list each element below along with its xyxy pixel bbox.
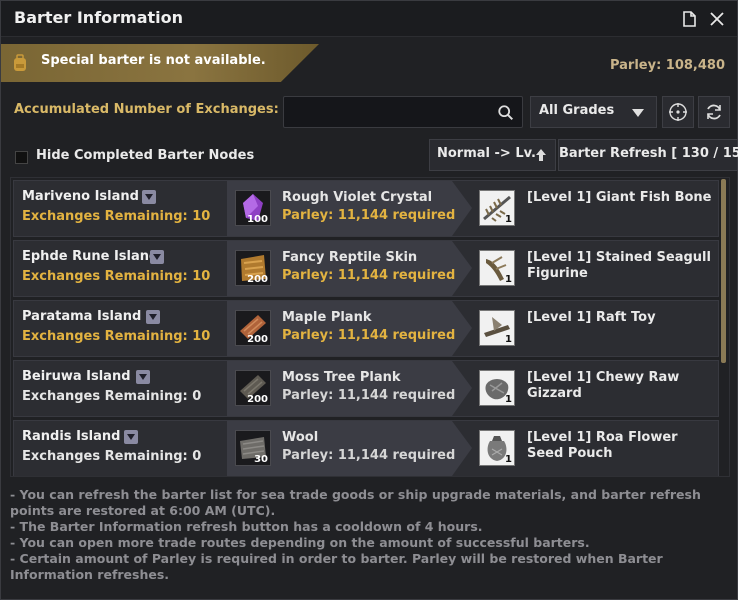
reward-name: [Level 1] Chewy Raw Gizzard — [527, 370, 680, 401]
give-quantity: 100 — [247, 214, 268, 225]
refresh-button[interactable] — [698, 96, 730, 128]
item-slot[interactable]: 30 — [235, 430, 271, 466]
island-name: Mariveno Island — [22, 189, 139, 204]
barter-window: Barter Information Special barter is not… — [0, 0, 738, 600]
exchanges-remaining: Exchanges Remaining: 10 — [22, 209, 211, 224]
grade-dropdown[interactable]: All Grades — [530, 96, 657, 128]
reward-name: [Level 1] Roa Flower Seed Pouch — [527, 430, 678, 461]
reward-name: [Level 1] Stained Seagull Figurine — [527, 250, 711, 281]
list-scrollbar[interactable] — [721, 179, 726, 363]
give-item-name: Moss Tree Plank — [282, 370, 401, 385]
expand-badge-icon[interactable] — [142, 190, 156, 204]
window-title: Barter Information — [14, 8, 184, 27]
reward-slot[interactable]: 1 — [479, 190, 515, 226]
crosshair-icon — [669, 103, 687, 121]
reward-name: [Level 1] Giant Fish Bone — [527, 190, 712, 205]
barter-refresh-label: Barter Refresh [ 130 / 150 ] — [559, 146, 738, 161]
exchanges-remaining: Exchanges Remaining: 10 — [22, 329, 211, 344]
item-slot[interactable]: 100 — [235, 190, 271, 226]
barter-list: Mariveno Island Exchanges Remaining: 10 … — [10, 177, 730, 477]
refresh-icon — [707, 104, 721, 120]
special-barter-banner: Special barter is not available. — [1, 44, 319, 82]
locate-button[interactable] — [662, 96, 694, 128]
reward-quantity: 1 — [505, 394, 512, 405]
close-icon[interactable] — [707, 9, 727, 29]
give-item[interactable]: 200 Moss Tree Plank Parley: 11,144 requi… — [227, 361, 472, 416]
barter-row[interactable]: Mariveno Island Exchanges Remaining: 10 … — [13, 180, 719, 237]
search-input[interactable] — [283, 96, 523, 128]
expand-badge-icon[interactable] — [150, 250, 164, 264]
search-icon[interactable] — [497, 104, 515, 122]
give-item-name: Wool — [282, 430, 319, 445]
parley-required: Parley: 11,144 required — [282, 268, 456, 283]
give-item[interactable]: 200 Fancy Reptile Skin Parley: 11,144 re… — [227, 241, 472, 296]
level-filter-label: Normal -> Lv. — [437, 146, 536, 161]
give-item[interactable]: 100 Rough Violet Crystal Parley: 11,144 … — [227, 181, 472, 236]
grade-selected: All Grades — [539, 103, 615, 118]
barter-row[interactable]: Randis Island Exchanges Remaining: 0 30 … — [13, 420, 719, 476]
item-slot[interactable]: 200 — [235, 310, 271, 346]
accumulated-exchanges: Accumulated Number of Exchanges: 1673 — [14, 102, 320, 117]
exchanges-remaining: Exchanges Remaining: 0 — [22, 389, 202, 404]
document-icon[interactable] — [679, 9, 699, 29]
give-quantity: 200 — [247, 274, 268, 285]
level-filter-button[interactable]: Normal -> Lv. — [429, 139, 556, 171]
reward-quantity: 1 — [505, 334, 512, 345]
give-item-name: Maple Plank — [282, 310, 372, 325]
expand-badge-icon[interactable] — [124, 430, 138, 444]
reward-quantity: 1 — [505, 274, 512, 285]
note-line: - You can open more trade routes dependi… — [10, 535, 590, 550]
give-quantity: 200 — [247, 394, 268, 405]
exchanges-remaining: Exchanges Remaining: 10 — [22, 269, 211, 284]
info-notes: - You can refresh the barter list for se… — [10, 487, 730, 583]
note-line: - Certain amount of Parley is required i… — [10, 551, 663, 582]
island-name: Randis Island — [22, 429, 121, 444]
note-line: - You can refresh the barter list for se… — [10, 487, 701, 518]
reward-quantity: 1 — [505, 454, 512, 465]
item-slot[interactable]: 200 — [235, 370, 271, 406]
special-barter-text: Special barter is not available. — [41, 53, 266, 68]
level-up-icon — [536, 149, 546, 161]
parley-total: Parley: 108,480 — [609, 58, 725, 73]
barter-row[interactable]: Ephde Rune Island Exchanges Remaining: 1… — [13, 240, 719, 297]
hide-completed-checkbox[interactable] — [15, 151, 28, 164]
expand-badge-icon[interactable] — [136, 370, 150, 384]
chevron-down-icon — [632, 109, 644, 117]
exchanges-remaining: Exchanges Remaining: 0 — [22, 449, 202, 464]
backpack-icon — [14, 54, 26, 71]
barter-row[interactable]: Beiruwa Island Exchanges Remaining: 0 20… — [13, 360, 719, 417]
title-bar[interactable]: Barter Information — [1, 1, 737, 37]
give-item[interactable]: 200 Maple Plank Parley: 11,144 required — [227, 301, 472, 356]
give-item[interactable]: 30 Wool Parley: 11,144 required — [227, 421, 472, 476]
reward-slot[interactable]: 1 — [479, 370, 515, 406]
parley-required: Parley: 11,144 required — [282, 388, 456, 403]
parley-required: Parley: 11,144 required — [282, 328, 456, 343]
give-quantity: 30 — [254, 454, 268, 465]
barter-row[interactable]: Paratama Island Exchanges Remaining: 10 … — [13, 300, 719, 357]
expand-badge-icon[interactable] — [146, 310, 160, 324]
give-item-name: Rough Violet Crystal — [282, 190, 433, 205]
reward-slot[interactable]: 1 — [479, 310, 515, 346]
barter-refresh-button[interactable]: Barter Refresh [ 130 / 150 ] — [558, 139, 738, 171]
note-line: - The Barter Information refresh button … — [10, 519, 483, 534]
hide-completed-label: Hide Completed Barter Nodes — [36, 148, 255, 163]
island-name: Ephde Rune Island — [22, 249, 159, 264]
reward-quantity: 1 — [505, 214, 512, 225]
item-slot[interactable]: 200 — [235, 250, 271, 286]
reward-name: [Level 1] Raft Toy — [527, 310, 656, 325]
island-name: Beiruwa Island — [22, 369, 131, 384]
reward-slot[interactable]: 1 — [479, 250, 515, 286]
reward-slot[interactable]: 1 — [479, 430, 515, 466]
island-name: Paratama Island — [22, 309, 142, 324]
parley-required: Parley: 11,144 required — [282, 448, 456, 463]
parley-required: Parley: 11,144 required — [282, 208, 456, 223]
give-item-name: Fancy Reptile Skin — [282, 250, 418, 265]
give-quantity: 200 — [247, 334, 268, 345]
